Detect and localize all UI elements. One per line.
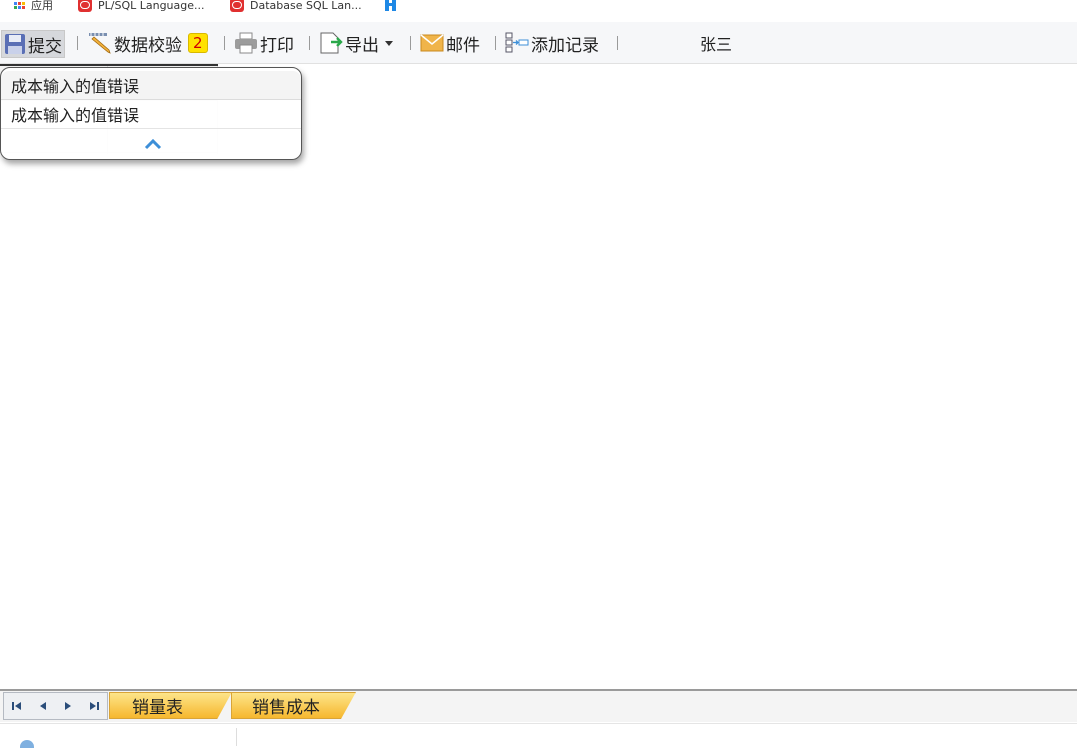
bookmark-database-sql-label: Database SQL Lan...	[250, 0, 362, 12]
sheet-tab-bar: 销量表 销售成本	[0, 689, 1077, 722]
sheet-tab-label: 销售成本	[252, 698, 320, 718]
chevron-down-icon	[385, 40, 393, 46]
bookmark-apps[interactable]: 应用	[14, 0, 53, 14]
status-bar	[0, 723, 1077, 748]
collapse-popup-button[interactable]	[143, 138, 163, 152]
toolbar-separator	[495, 36, 496, 50]
add-record-label: 添加记录	[531, 35, 599, 56]
previous-sheet-button[interactable]	[35, 698, 51, 714]
validate-label: 数据校验	[114, 35, 182, 56]
save-disk-icon	[5, 34, 25, 54]
last-sheet-button[interactable]	[86, 698, 102, 714]
error-message-item[interactable]: 成本输入的值错误	[1, 71, 301, 100]
sheet-tab-sales-volume[interactable]: 销量表	[109, 692, 232, 719]
last-page-icon	[90, 702, 100, 710]
toolbar-separator	[617, 36, 618, 50]
first-sheet-button[interactable]	[9, 698, 25, 714]
export-dropdown-button[interactable]: 导出	[319, 30, 393, 56]
add-record-button[interactable]: 添加记录	[505, 30, 599, 56]
toolbar-separator	[309, 36, 310, 50]
bookmark-extra[interactable]	[384, 0, 398, 14]
submit-label: 提交	[28, 36, 62, 57]
previous-page-icon	[39, 702, 46, 710]
oracle-icon	[230, 0, 244, 12]
toolbar-separator	[224, 36, 225, 50]
error-message-text: 成本输入的值错误	[11, 77, 140, 96]
apps-grid-icon	[14, 1, 25, 9]
print-button[interactable]: 打印	[234, 30, 294, 56]
export-document-icon	[320, 32, 343, 54]
status-icon	[20, 740, 34, 748]
export-label: 导出	[345, 35, 379, 56]
validate-button[interactable]: 数据校验 2	[88, 30, 208, 56]
bookmarks-bar: 应用 PL/SQL Language... Database SQL Lan..…	[0, 0, 1077, 23]
printer-icon	[235, 32, 257, 54]
oracle-icon	[78, 0, 92, 12]
add-row-icon	[505, 32, 529, 53]
report-toolbar: 提交 数据校验 2 打印 导出 邮件 添加记录	[0, 22, 1077, 64]
chevron-up-icon	[144, 138, 162, 150]
validation-count-badge: 2	[188, 33, 208, 53]
sheet-tab-sales-cost[interactable]: 销售成本	[231, 692, 356, 719]
bookmark-site-icon	[385, 0, 396, 11]
validation-error-popup: 成本输入的值错误 成本输入的值错误	[0, 67, 302, 160]
error-message-text: 成本输入的值错误	[11, 106, 140, 125]
bookmark-plsql[interactable]: PL/SQL Language...	[78, 0, 205, 14]
mail-button[interactable]: 邮件	[420, 30, 480, 56]
first-page-icon	[11, 702, 21, 710]
status-divider	[236, 728, 237, 746]
next-page-icon	[65, 702, 72, 710]
bookmark-plsql-label: PL/SQL Language...	[98, 0, 205, 12]
mail-label: 邮件	[446, 35, 480, 56]
sheet-tab-label: 销量表	[132, 698, 183, 718]
error-message-item[interactable]: 成本输入的值错误	[1, 100, 301, 129]
envelope-icon	[420, 34, 444, 52]
pencil-ruler-icon	[89, 33, 111, 54]
toolbar-separator	[77, 36, 78, 50]
next-sheet-button[interactable]	[60, 698, 76, 714]
toolbar-separator	[410, 36, 411, 50]
bookmark-apps-label: 应用	[31, 0, 53, 12]
sheet-navigation	[3, 692, 108, 720]
bookmark-database-sql[interactable]: Database SQL Lan...	[230, 0, 362, 14]
current-user-name: 张三	[700, 35, 733, 54]
print-label: 打印	[260, 35, 294, 56]
submit-button[interactable]: 提交	[1, 30, 65, 58]
